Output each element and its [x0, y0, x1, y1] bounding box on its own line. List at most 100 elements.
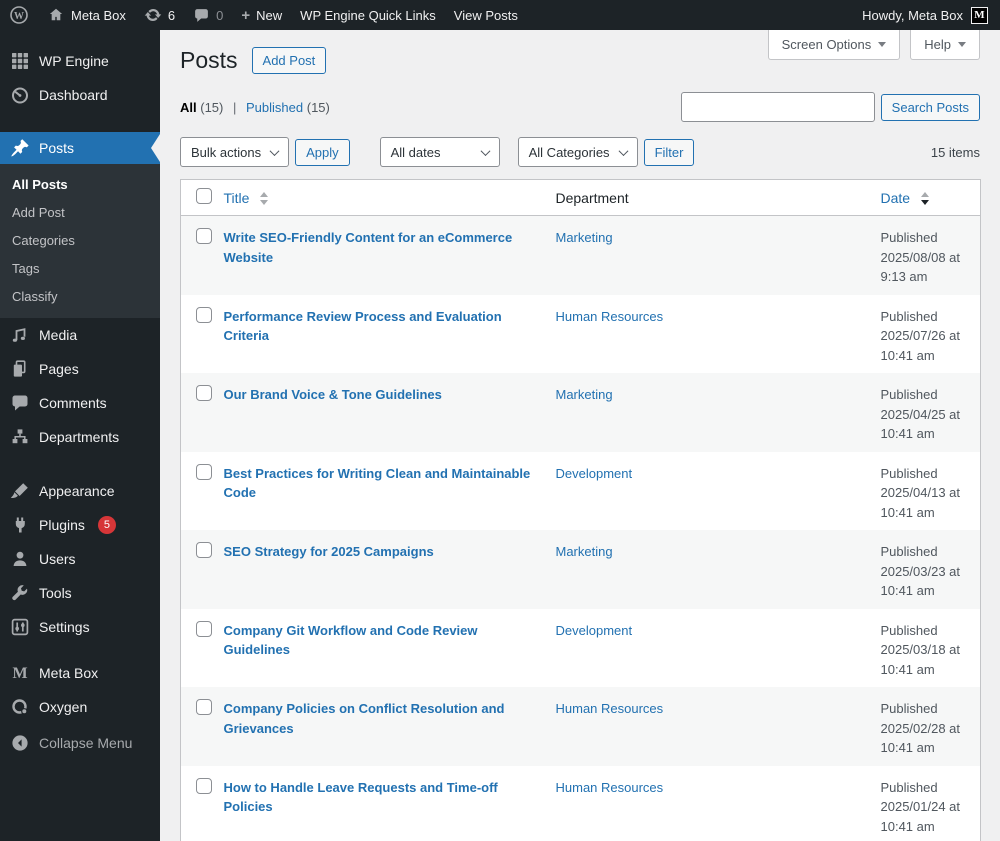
row-checkbox[interactable] [196, 228, 212, 244]
categories-label: Categories [12, 232, 75, 248]
sidebar-item-departments[interactable]: Departments [0, 420, 160, 454]
department-link[interactable]: Development [556, 466, 633, 481]
post-date: 2025/02/28 at [880, 720, 961, 736]
row-checkbox[interactable] [196, 542, 212, 558]
sidebar-label-wp-engine: WP Engine [39, 53, 109, 69]
sidebar-label-settings: Settings [39, 619, 90, 635]
wordpress-logo-menu[interactable]: W [0, 0, 38, 30]
site-name-menu[interactable]: Meta Box [38, 0, 135, 30]
sidebar-item-oxygen[interactable]: Oxygen [0, 690, 160, 724]
comments-icon [10, 393, 30, 413]
select-all-checkbox[interactable] [196, 188, 212, 204]
dashboard-gauge-icon [10, 85, 30, 105]
sidebar-item-tools[interactable]: Tools [0, 576, 160, 610]
sidebar-item-comments[interactable]: Comments [0, 386, 160, 420]
table-row: How to Handle Leave Requests and Time-of… [180, 765, 981, 841]
post-title-link[interactable]: Performance Review Process and Evaluatio… [224, 309, 502, 344]
search-box: Search Posts [680, 92, 980, 122]
post-date: 2025/01/24 at [880, 799, 961, 814]
comment-count: 0 [216, 7, 224, 23]
comments-menu[interactable]: 0 [184, 0, 232, 30]
post-title-link[interactable]: SEO Strategy for 2025 Campaigns [224, 544, 434, 559]
filter-button[interactable]: Filter [643, 138, 695, 166]
sidebar-item-add-post[interactable]: Add Post [0, 198, 160, 226]
admin-sidebar: WP Engine Dashboard Posts All Posts Add … [0, 30, 160, 841]
view-posts-menu[interactable]: View Posts [445, 0, 527, 30]
help-tab[interactable]: Help [910, 30, 980, 60]
row-checkbox[interactable] [196, 463, 212, 480]
post-status: Published [880, 387, 938, 402]
tags-label: Tags [12, 260, 40, 276]
sidebar-item-tags[interactable]: Tags [0, 254, 160, 282]
categories-filter-select[interactable]: All Categories [517, 137, 638, 167]
row-checkbox[interactable] [196, 385, 212, 401]
sidebar-item-meta-box[interactable]: M Meta Box [0, 656, 160, 690]
paintbrush-icon [10, 481, 30, 501]
post-title-link[interactable]: Company Git Workflow and Code Review Gui… [224, 623, 478, 658]
sidebar-item-posts[interactable]: Posts [0, 132, 160, 164]
post-status: Published [880, 465, 938, 481]
wpe-quick-links-menu[interactable]: WP Engine Quick Links [291, 0, 445, 30]
row-checkbox[interactable] [196, 306, 212, 323]
department-link[interactable]: Marketing [556, 230, 613, 245]
post-date: 2025/04/13 at [880, 485, 961, 500]
post-title-link[interactable]: Write SEO-Friendly Content for an eComme… [224, 230, 513, 265]
department-link[interactable]: Human Resources [556, 701, 664, 716]
post-title-link[interactable]: Our Brand Voice & Tone Guidelines [224, 387, 442, 402]
table-header-row: Title Department Date [180, 179, 981, 216]
post-title-link[interactable]: Company Policies on Conflict Resolution … [224, 701, 505, 736]
bulk-actions-select[interactable]: Bulk actions [180, 137, 290, 167]
plug-icon [10, 515, 30, 535]
department-link[interactable]: Marketing [556, 387, 613, 402]
post-time: 10:41 am [880, 504, 935, 520]
department-link[interactable]: Human Resources [556, 309, 664, 324]
chevron-down-icon [480, 145, 491, 156]
row-checkbox[interactable] [196, 777, 212, 794]
date-column-header[interactable]: Date [880, 179, 981, 216]
sidebar-item-settings[interactable]: Settings [0, 610, 160, 644]
post-title-link[interactable]: How to Handle Leave Requests and Time-of… [224, 780, 498, 815]
title-column-header[interactable]: Title [223, 179, 556, 216]
sidebar-item-all-posts[interactable]: All Posts [0, 170, 160, 198]
updates-menu[interactable]: 6 [135, 0, 184, 30]
sidebar-item-pages[interactable]: Pages [0, 352, 160, 386]
views-row: All (15) | Published (15) Search Posts [180, 92, 980, 122]
row-checkbox[interactable] [196, 699, 212, 715]
page-title: Posts [180, 47, 238, 73]
sidebar-label-comments: Comments [39, 395, 107, 411]
apply-button[interactable]: Apply [295, 138, 350, 166]
department-link[interactable]: Development [556, 623, 633, 638]
row-checkbox[interactable] [196, 620, 212, 637]
view-published-link[interactable]: Published [246, 100, 303, 115]
sidebar-item-categories[interactable]: Categories [0, 226, 160, 254]
sidebar-item-users[interactable]: Users [0, 542, 160, 576]
sidebar-item-classify[interactable]: Classify [0, 282, 160, 310]
post-title-link[interactable]: Best Practices for Writing Clean and Mai… [224, 466, 531, 501]
sidebar-item-wp-engine[interactable]: WP Engine [0, 44, 160, 78]
wordpress-logo-icon: W [9, 5, 29, 25]
posts-table: Title Department Date Write SEO-Friendly… [180, 179, 981, 841]
my-account-menu[interactable]: Howdy, Meta Box M [862, 6, 1000, 24]
sidebar-item-media[interactable]: Media [0, 318, 160, 352]
sidebar-item-plugins[interactable]: Plugins 5 [0, 508, 160, 542]
dates-filter-select[interactable]: All dates [379, 137, 500, 167]
screen-options-tab[interactable]: Screen Options [767, 30, 901, 60]
sidebar-item-collapse-menu[interactable]: Collapse Menu [0, 726, 160, 760]
new-content-menu[interactable]: + New [232, 0, 291, 30]
sidebar-item-dashboard[interactable]: Dashboard [0, 78, 160, 112]
pages-icon [10, 359, 30, 379]
view-posts-label: View Posts [453, 7, 518, 23]
all-posts-label: All Posts [12, 176, 68, 192]
department-link[interactable]: Marketing [556, 544, 613, 559]
sidebar-label-dashboard: Dashboard [39, 87, 108, 103]
sidebar-label-pages: Pages [39, 361, 79, 377]
date-header-label: Date [880, 189, 911, 206]
department-link[interactable]: Human Resources [556, 780, 664, 795]
search-posts-button[interactable]: Search Posts [880, 93, 980, 121]
sidebar-item-appearance[interactable]: Appearance [0, 474, 160, 508]
view-all-link[interactable]: All [180, 100, 197, 115]
add-post-button[interactable]: Add Post [251, 47, 327, 74]
search-input[interactable] [680, 92, 875, 122]
post-status: Published [880, 779, 938, 795]
wrench-icon [10, 583, 30, 603]
